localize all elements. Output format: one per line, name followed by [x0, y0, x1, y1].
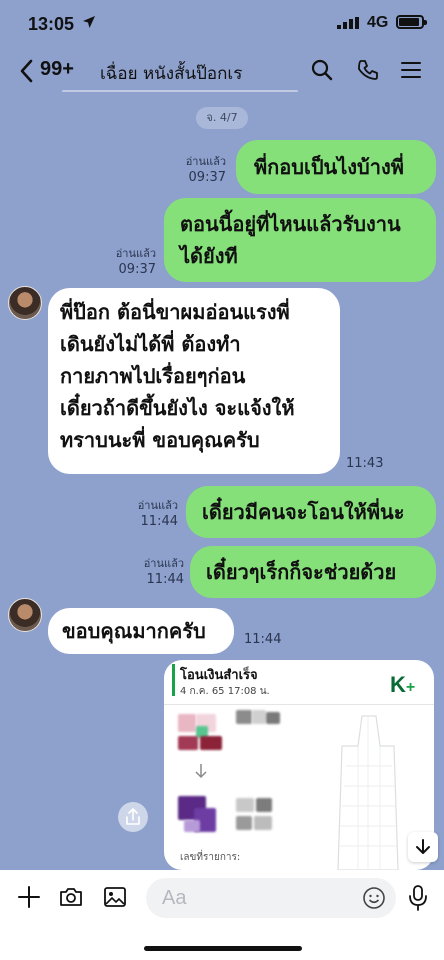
message-line: ได้ยังที — [180, 244, 238, 268]
message-meta: อ่านแล้ว 11:44 — [124, 498, 178, 530]
outgoing-message[interactable]: พี่กอบเป็นไงบ้างพี่ — [236, 140, 436, 194]
share-icon[interactable] — [118, 802, 148, 832]
mic-icon[interactable] — [408, 884, 428, 912]
home-indicator — [144, 946, 302, 951]
kplus-logo: K+ — [390, 672, 415, 698]
redacted-text — [256, 798, 272, 812]
message-line: ทราบนะพี่ ขอบคุณครับ — [60, 428, 260, 452]
message-line: เดินยังไม่ได้พี่ ต้องทำ — [60, 332, 241, 356]
redacted-text — [236, 798, 254, 812]
scroll-to-bottom-button[interactable] — [408, 832, 438, 862]
kplus-logo-k: K — [390, 672, 406, 697]
redacted-text — [254, 816, 272, 830]
image-icon[interactable] — [102, 884, 128, 910]
redacted-avatar — [178, 736, 198, 750]
message-meta: อ่านแล้ว 11:44 — [130, 556, 184, 588]
contact-avatar[interactable] — [8, 286, 42, 320]
read-receipt: อ่านแล้ว — [115, 247, 156, 260]
battery-icon — [396, 15, 427, 29]
incoming-message[interactable]: พี่ป๊อก ต้อนี่ขาผมอ่อนแรงพี่ เดินยังไม่ไ… — [48, 288, 340, 474]
back-chevron-icon[interactable] — [18, 58, 36, 84]
emoji-icon[interactable] — [362, 886, 386, 910]
date-separator: จ. 4/7 — [196, 107, 248, 129]
unread-count[interactable]: 99+ — [40, 58, 74, 81]
transfer-ref-label: เลขที่รายการ: — [180, 852, 241, 863]
status-time: 13:05 — [28, 14, 75, 34]
composer-bar — [0, 870, 444, 960]
menu-icon[interactable] — [400, 58, 422, 82]
redacted-avatar — [184, 820, 200, 832]
message-text: เดี๋ยวมีคนจะโอนให้พี่นะ — [202, 500, 405, 524]
outgoing-message[interactable]: ตอนนี้อยู่ที่ไหนแล้วรับงาน ได้ยังที — [164, 198, 436, 282]
transfer-title: โอนเงินสำเร็จ — [180, 668, 258, 683]
camera-icon[interactable] — [58, 884, 84, 910]
transfer-slip-image[interactable]: โอนเงินสำเร็จ 4 ก.ค. 65 17:08 น. K+ เลขท… — [164, 660, 434, 870]
message-time: 09:37 — [118, 262, 156, 277]
location-arrow-icon — [83, 16, 95, 28]
message-time: 11:44 — [140, 514, 178, 529]
outgoing-message[interactable]: เดี๋ยวมีคนจะโอนให้พี่นะ — [186, 486, 436, 538]
redacted-avatar — [200, 736, 222, 750]
card-divider — [164, 704, 434, 705]
transfer-datetime: 4 ก.ค. 65 17:08 น. — [180, 686, 270, 697]
redacted-text — [266, 712, 280, 724]
outgoing-message[interactable]: เดี๋ยวๆเร็กก็จะช่วยด้วย — [190, 546, 436, 598]
status-bar: 13:05 4G — [0, 0, 444, 46]
read-receipt: อ่านแล้ว — [137, 499, 178, 512]
message-line: กายภาพไปเรื่อยๆก่อน — [60, 364, 246, 388]
arrow-down-icon — [195, 764, 207, 779]
redacted-text — [236, 816, 252, 830]
message-line: เดี๋ยวถ้าดีขึ้นยังไง จะแจ้งให้ — [60, 396, 295, 420]
read-receipt: อ่านแล้ว — [143, 557, 184, 570]
redacted-avatar — [178, 714, 196, 732]
message-time: 11:44 — [244, 632, 282, 647]
message-time: 11:44 — [146, 572, 184, 587]
message-time: 11:43 — [346, 456, 384, 471]
header-underline — [62, 90, 298, 92]
read-receipt: อ่านแล้ว — [185, 155, 226, 168]
message-input[interactable] — [146, 878, 396, 918]
signal-icon — [337, 17, 359, 29]
plus-icon[interactable] — [16, 884, 42, 910]
arrow-down-icon — [416, 839, 430, 854]
network-type: 4G — [367, 14, 389, 31]
message-time: 09:37 — [188, 170, 226, 185]
redacted-text — [236, 710, 252, 724]
contact-avatar[interactable] — [8, 598, 42, 632]
card-accent-bar — [172, 664, 175, 696]
message-text: เดี๋ยวๆเร็กก็จะช่วยด้วย — [206, 560, 397, 584]
redacted-text — [252, 710, 266, 724]
incoming-message[interactable]: ขอบคุณมากครับ — [48, 608, 234, 654]
message-meta: อ่านแล้ว 09:37 — [172, 154, 226, 186]
message-line: ตอนนี้อยู่ที่ไหนแล้วรับงาน — [180, 212, 401, 236]
message-meta: อ่านแล้ว 09:37 — [102, 246, 156, 278]
message-text: พี่กอบเป็นไงบ้างพี่ — [254, 155, 404, 179]
chat-title[interactable]: เฉื่อย หนังสั้นป๊อกเร — [100, 60, 242, 87]
message-line: พี่ป๊อก ต้อนี่ขาผมอ่อนแรงพี่ — [60, 300, 290, 324]
message-text: ขอบคุณมากครับ — [62, 619, 206, 643]
phone-icon[interactable] — [356, 58, 380, 82]
kplus-logo-plus: + — [405, 679, 416, 696]
search-icon[interactable] — [310, 58, 334, 82]
